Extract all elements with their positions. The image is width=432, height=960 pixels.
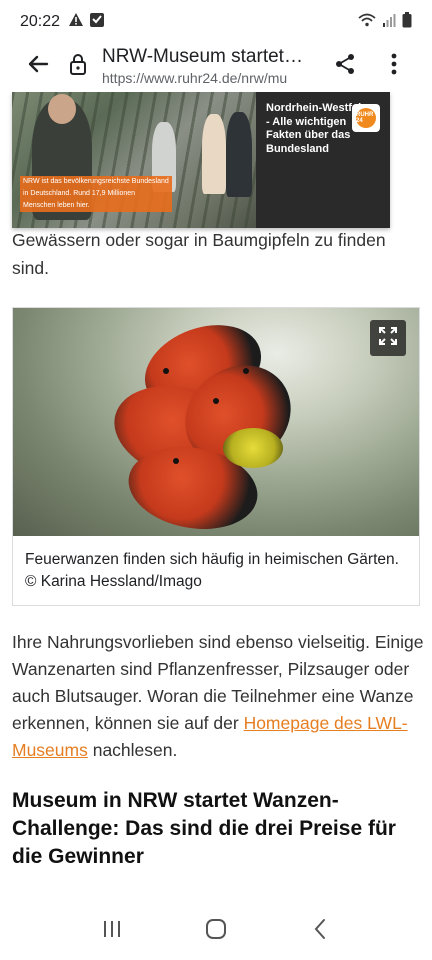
status-notification-icons: [68, 12, 105, 33]
lock-icon: [69, 53, 87, 80]
video-thumbnail[interactable]: NRW ist das bevölkerungsreichste Bundesl…: [12, 92, 256, 228]
browser-toolbar: NRW-Museum startet… https://www.ruhr24.d…: [0, 40, 432, 92]
recent-apps-button[interactable]: [87, 906, 137, 956]
video-player-card[interactable]: NRW ist das bevölkerungsreichste Bundesl…: [12, 92, 390, 228]
home-icon: [205, 918, 227, 945]
back-button[interactable]: [12, 40, 64, 92]
page-url: https://www.ruhr24.de/nrw/mu: [102, 70, 288, 86]
figure-image-firebugs[interactable]: [13, 308, 419, 536]
signal-icon: [382, 13, 396, 32]
back-arrow-icon: [27, 53, 49, 80]
status-system-icons: [358, 11, 412, 33]
more-options-button[interactable]: [374, 44, 414, 88]
article-content: Gewässern oder sogar in Baumgipfeln zu f…: [0, 92, 432, 902]
wifi-icon: [358, 13, 376, 32]
share-button[interactable]: [325, 44, 365, 88]
paragraph-text-end: nachlesen.: [87, 740, 178, 760]
status-bar: 20:22: [0, 0, 432, 44]
nav-back-button[interactable]: [295, 906, 345, 956]
video-caption: NRW ist das bevölkerungsreichste Bundesl…: [20, 176, 172, 212]
fullscreen-button[interactable]: [370, 320, 406, 356]
url-field[interactable]: NRW-Museum startet… https://www.ruhr24.d…: [102, 45, 322, 87]
status-time: 20:22: [20, 13, 61, 30]
ruhr24-logo: RUHR 24: [352, 104, 380, 132]
download-icon: [90, 12, 105, 32]
home-button[interactable]: [191, 906, 241, 956]
fullscreen-icon: [378, 326, 398, 351]
more-vert-icon: [391, 53, 397, 80]
article-paragraph-food: Ihre Nahrungsvorlieben sind ebenso viels…: [12, 629, 424, 764]
share-icon: [334, 53, 356, 80]
video-info-panel: Nordrhein-Westfalen - Alle wichtigen Fak…: [256, 92, 390, 228]
battery-icon: [402, 11, 412, 33]
recent-apps-icon: [102, 920, 122, 943]
section-heading: Museum in NRW startet Wanzen-Challenge: …: [12, 789, 396, 868]
article-figure: Feuerwanzen finden sich häufig in heimis…: [12, 307, 420, 606]
figure-caption: Feuerwanzen finden sich häufig in heimis…: [25, 551, 399, 590]
system-navigation-bar: [0, 902, 432, 960]
warning-icon: [68, 12, 84, 33]
article-paragraph: Gewässern oder sogar in Baumgipfeln zu f…: [12, 230, 386, 278]
page-title: NRW-Museum startet…: [102, 46, 303, 67]
security-info-button[interactable]: [64, 40, 92, 92]
nav-back-icon: [313, 918, 327, 945]
